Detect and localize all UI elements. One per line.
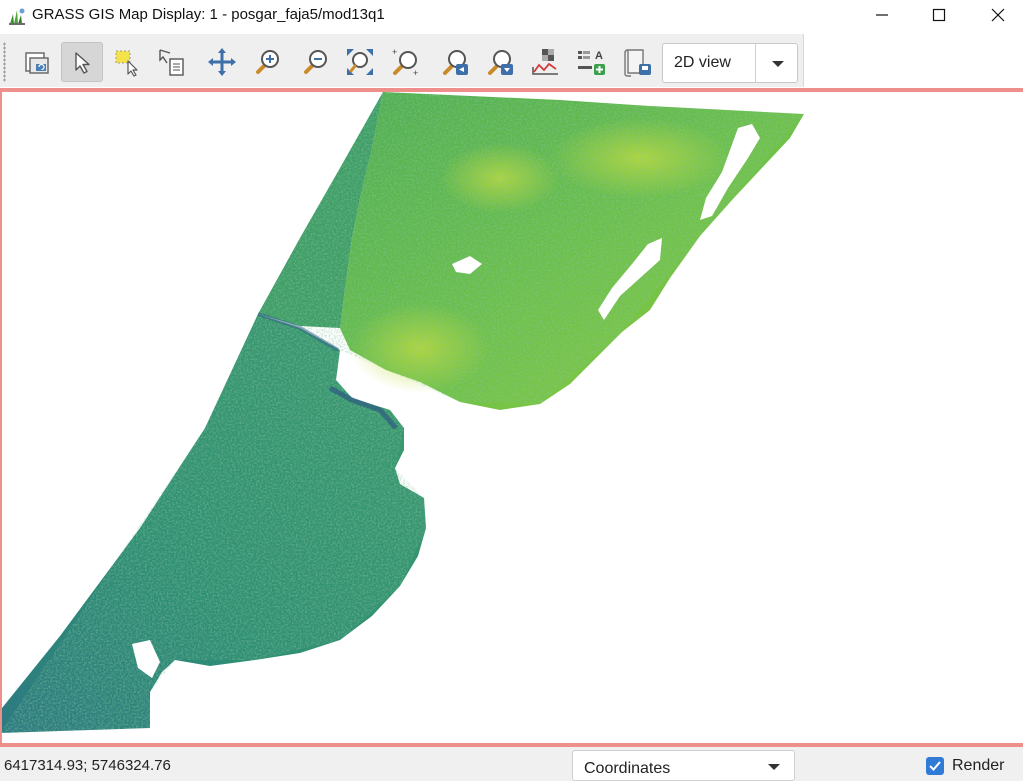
maximize-button[interactable] [916,0,962,30]
minimize-button[interactable] [859,0,905,30]
select-features-icon [115,50,138,77]
coordinates-readout: 6417314.93; 5746324.76 [4,757,171,774]
status-bar: 6417314.93; 5746324.76 Coordinates Rende… [0,747,1023,781]
zoom-options-button[interactable] [479,42,521,82]
title-bar: GRASS GIS Map Display: 1 - posgar_faja5/… [0,0,1023,31]
grass-gis-app-icon [9,8,25,25]
zoom-back-icon [443,50,468,75]
maximize-icon [932,8,946,22]
zoom-back-button[interactable] [434,42,476,82]
map-decorations-button[interactable]: A [570,42,612,82]
window-title: GRASS GIS Map Display: 1 - posgar_faja5/… [32,6,385,23]
toolbar-grip[interactable] [3,42,6,82]
render-toggle[interactable]: Render [926,756,1004,776]
view-mode-separator [755,44,756,82]
view-mode-value: 2D view [674,54,731,71]
zoom-region-icon: + + [392,47,418,78]
checkmark-icon [929,761,941,771]
statusbar-mode-value: Coordinates [584,760,671,777]
svg-text:+: + [413,68,418,78]
render-label: Render [952,757,1005,774]
map-decorations-icon: A [578,50,605,75]
pan-icon [208,48,236,76]
map-canvas[interactable] [0,88,1023,747]
render-checkbox[interactable] [926,757,944,775]
display-map-icon [25,52,49,74]
canvas-border-top [0,88,1023,92]
query-icon [159,49,184,76]
minimize-icon [876,14,888,16]
zoom-extent-button[interactable] [339,42,381,82]
analyze-icon [532,49,558,75]
zoom-extent-icon [347,49,373,75]
zoom-in-button[interactable] [246,42,288,82]
toolbar-area: + + A 2D view [0,34,804,87]
chevron-down-icon [768,764,780,770]
query-button[interactable] [151,42,193,82]
close-icon [991,8,1005,22]
zoom-region-button[interactable]: + + [384,42,426,82]
canvas-border-left [0,88,2,747]
close-button[interactable] [975,0,1021,30]
zoom-options-icon [488,50,513,75]
zoom-out-button[interactable] [294,42,336,82]
pointer-icon [75,52,90,74]
zoom-in-icon [256,50,279,74]
zoom-out-icon [304,50,327,74]
save-display-icon [624,49,651,77]
view-mode-select[interactable]: 2D view [662,43,798,83]
svg-text:A: A [595,50,603,62]
analyze-button[interactable] [524,42,566,82]
save-display-button[interactable] [617,42,659,82]
pan-button[interactable] [201,42,243,82]
map-toolbar: + + A 2D view [0,31,1023,87]
pointer-button[interactable] [61,42,103,82]
select-features-button[interactable] [106,42,148,82]
raster-map-layer [0,92,804,733]
chevron-down-icon [772,61,784,67]
svg-text:+: + [392,47,397,57]
display-map-button[interactable] [16,42,58,82]
statusbar-mode-select[interactable]: Coordinates [572,750,795,781]
texture-overlay [0,92,804,733]
